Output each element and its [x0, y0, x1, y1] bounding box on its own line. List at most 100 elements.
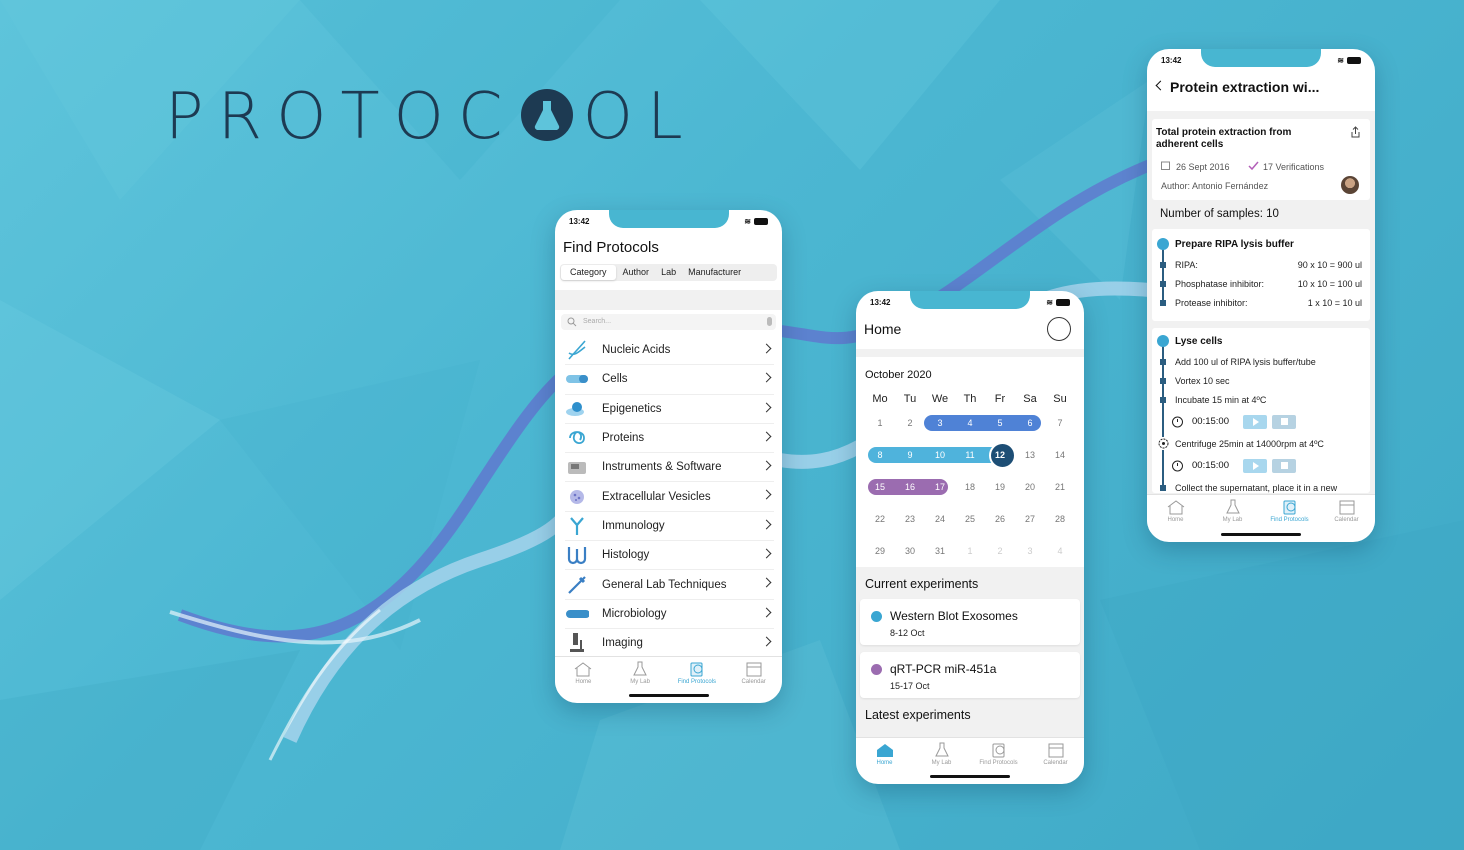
tab-home[interactable]: Home [1147, 495, 1204, 532]
experiment-card[interactable]: qRT-PCR miR-451a 15-17 Oct [860, 652, 1080, 698]
calendar-day[interactable]: 2 [985, 546, 1015, 556]
calendar-day[interactable]: 24 [925, 514, 955, 524]
battery-icon [1056, 299, 1070, 306]
calendar-day[interactable]: 17 [925, 482, 955, 492]
calendar-day[interactable]: 1 [865, 418, 895, 428]
substep-marker [1160, 397, 1166, 403]
share-icon[interactable] [1350, 126, 1361, 138]
calendar-day[interactable]: 27 [1015, 514, 1045, 524]
category-instruments[interactable]: Instruments & Software [565, 453, 774, 483]
step-instruction: Vortex 10 sec [1175, 376, 1230, 386]
category-cells[interactable]: Cells [565, 365, 774, 395]
tab-my-lab[interactable]: My Lab [913, 738, 970, 774]
calendar-day[interactable]: 25 [955, 514, 985, 524]
tab-calendar[interactable]: Calendar [1027, 738, 1084, 774]
author-avatar[interactable] [1341, 176, 1359, 194]
calendar-day[interactable]: 20 [1015, 482, 1045, 492]
category-immunology[interactable]: Immunology [565, 512, 774, 542]
tab-calendar[interactable]: Calendar [725, 657, 782, 693]
calendar-day[interactable]: 8 [865, 450, 895, 460]
calendar-day[interactable]: 4 [1045, 546, 1075, 556]
segment-lab[interactable]: Lab [655, 264, 682, 281]
tab-label: My Lab [931, 760, 952, 766]
category-label: Imaging [602, 637, 643, 650]
samples-count: Number of samples: 10 [1160, 208, 1279, 220]
flask-icon [520, 89, 573, 141]
chevron-right-icon [761, 372, 772, 383]
calendar-day[interactable]: 5 [985, 418, 1015, 428]
flask-icon [1225, 499, 1240, 514]
category-epigenetics[interactable]: Epigenetics [565, 395, 774, 424]
logo-text-right: OL [582, 80, 697, 154]
calendar-day[interactable]: 30 [895, 546, 925, 556]
segment-manufacturer[interactable]: Manufacturer [682, 264, 747, 281]
status-bar: 13:42 ≋ [870, 296, 1070, 310]
calendar-day[interactable]: 3 [925, 418, 955, 428]
flask-icon [633, 661, 647, 676]
status-time: 13:42 [569, 217, 590, 226]
calendar-day[interactable]: 23 [895, 514, 925, 524]
profile-icon[interactable] [1047, 317, 1071, 341]
stop-button[interactable] [1272, 459, 1296, 473]
category-histology[interactable]: Histology [565, 541, 774, 571]
category-extracellular-vesicles[interactable]: Extracellular Vesicles [565, 482, 774, 512]
calendar-day[interactable]: 29 [865, 546, 895, 556]
search-icon [567, 317, 577, 327]
calendar-day[interactable]: 14 [1045, 450, 1075, 460]
calendar-day[interactable]: 28 [1045, 514, 1075, 524]
calendar-day[interactable]: 10 [925, 450, 955, 460]
chevron-right-icon [761, 343, 772, 354]
tab-home[interactable]: Home [555, 657, 612, 693]
step-title: Prepare RIPA lysis buffer [1175, 239, 1294, 250]
step-bullet-icon [1157, 238, 1169, 250]
play-icon [1253, 418, 1259, 426]
tab-home[interactable]: Home [856, 738, 913, 774]
vesicle-icon [565, 487, 589, 507]
tab-calendar[interactable]: Calendar [1318, 495, 1375, 532]
calendar-day[interactable]: 4 [955, 418, 985, 428]
calendar-day[interactable]: 22 [865, 514, 895, 524]
back-chevron-icon[interactable] [1155, 80, 1166, 91]
category-nucleic-acids[interactable]: Nucleic Acids [565, 336, 774, 366]
calendar-day[interactable]: 31 [925, 546, 955, 556]
calendar-day[interactable]: 2 [895, 418, 925, 428]
calendar-day[interactable]: 6 [1015, 418, 1045, 428]
tab-label: Find Protocols [677, 679, 717, 685]
experiment-card[interactable]: Western Blot Exosomes 8-12 Oct [860, 599, 1080, 645]
tab-my-lab[interactable]: My Lab [1204, 495, 1261, 532]
segment-author[interactable]: Author [617, 264, 656, 281]
status-time: 13:42 [870, 298, 891, 307]
tab-my-lab[interactable]: My Lab [612, 657, 669, 693]
calendar-day[interactable]: 21 [1045, 482, 1075, 492]
calendar-day-today[interactable]: 12 [985, 442, 1016, 469]
category-proteins[interactable]: Proteins [565, 424, 774, 454]
calendar-day[interactable]: 3 [1015, 546, 1045, 556]
experiment-date: 15-17 Oct [890, 681, 930, 691]
play-button[interactable] [1243, 415, 1267, 429]
calendar-day[interactable]: 9 [895, 450, 925, 460]
category-imaging[interactable]: Imaging [565, 629, 774, 659]
calendar-day[interactable]: 19 [985, 482, 1015, 492]
weekday-label: Tu [903, 393, 917, 405]
segment-category[interactable]: Category [561, 265, 616, 280]
tab-find-protocols[interactable]: Find Protocols [970, 738, 1027, 774]
calendar-day[interactable]: 18 [955, 482, 985, 492]
calendar-day[interactable]: 15 [865, 482, 895, 492]
microphone-icon[interactable] [767, 317, 772, 326]
stop-button[interactable] [1272, 415, 1296, 429]
filter-segmented-control: Category Author Lab Manufacturer [560, 264, 777, 281]
wifi-icon: ≋ [1046, 298, 1053, 307]
category-general-lab[interactable]: General Lab Techniques [565, 570, 774, 600]
play-button[interactable] [1243, 459, 1267, 473]
calendar-day[interactable]: 11 [955, 450, 985, 460]
calendar-day[interactable]: 26 [985, 514, 1015, 524]
search-input[interactable]: Search... [561, 314, 776, 330]
calendar-day[interactable]: 16 [895, 482, 925, 492]
category-microbiology[interactable]: Microbiology [565, 600, 774, 629]
calendar-day[interactable]: 7 [1045, 418, 1075, 428]
calendar-day[interactable]: 13 [1015, 450, 1045, 460]
calendar-day[interactable]: 1 [955, 546, 985, 556]
tab-find-protocols[interactable]: Find Protocols [1261, 495, 1318, 532]
tab-find-protocols[interactable]: Find Protocols [669, 657, 726, 693]
weekday-label: Sa [1023, 393, 1037, 405]
